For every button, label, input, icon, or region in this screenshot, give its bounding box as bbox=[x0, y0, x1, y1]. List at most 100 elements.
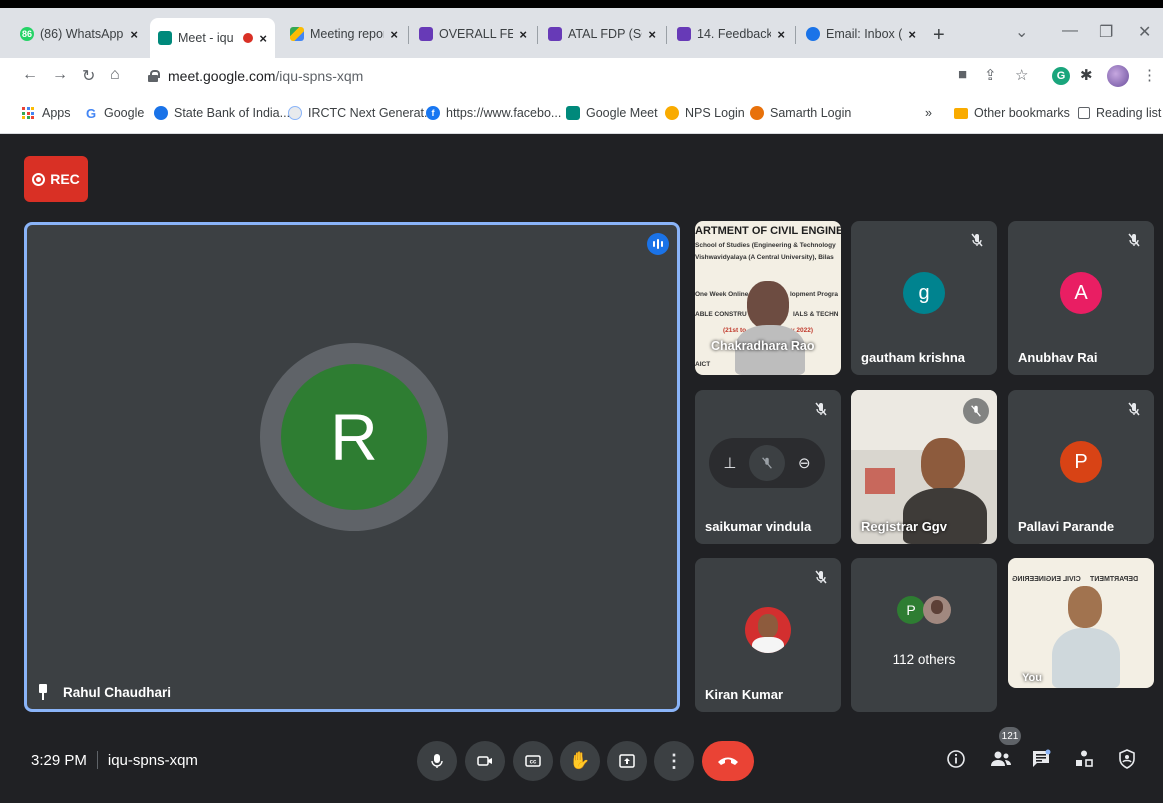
minimize-icon[interactable]: — bbox=[1062, 22, 1078, 40]
address-bar[interactable]: meet.google.com/iqu-spns-xqm bbox=[140, 62, 940, 90]
participant-tile[interactable]: Registrar Ggv bbox=[851, 390, 997, 544]
avatar: g bbox=[903, 272, 945, 314]
participant-tile[interactable]: Kiran Kumar bbox=[695, 558, 841, 712]
google-icon: G bbox=[85, 105, 97, 121]
slide-text: ABLE CONSTRU bbox=[695, 311, 747, 318]
participant-name: saikumar vindula bbox=[705, 519, 812, 534]
bookmark-google[interactable]: G Google bbox=[84, 105, 144, 121]
close-icon[interactable]: × bbox=[130, 27, 138, 42]
remove-participant-icon[interactable]: ⊖ bbox=[798, 454, 811, 472]
activities-button[interactable] bbox=[1074, 749, 1094, 774]
back-icon[interactable]: ← bbox=[22, 66, 38, 84]
lock-icon[interactable] bbox=[148, 70, 160, 82]
tab-atal-fdp[interactable]: ATAL FDP (SCN × bbox=[540, 18, 664, 50]
camera-button[interactable] bbox=[465, 741, 505, 781]
drive-icon bbox=[290, 27, 304, 41]
bookmark-other-bookmarks[interactable]: Other bookmarks bbox=[954, 106, 1070, 120]
folder-icon bbox=[954, 107, 968, 119]
self-view-tile[interactable]: CIVIL ENGINEERING DEPARTMENT You bbox=[1008, 558, 1154, 688]
microphone-icon bbox=[431, 754, 443, 768]
bookmark-facebook[interactable]: f https://www.facebo... bbox=[426, 106, 561, 120]
tab-divider bbox=[537, 26, 538, 44]
host-controls-button[interactable] bbox=[1118, 749, 1136, 774]
close-icon[interactable]: × bbox=[519, 27, 527, 42]
raise-hand-button[interactable]: ✋ bbox=[560, 741, 600, 781]
participant-name: gautham krishna bbox=[861, 350, 966, 365]
reading-list-button[interactable]: Reading list bbox=[1078, 106, 1161, 120]
close-icon[interactable]: × bbox=[259, 31, 267, 46]
participant-tile[interactable]: A Anubhav Rai bbox=[1008, 221, 1154, 375]
home-icon[interactable]: ⌂ bbox=[110, 66, 120, 84]
avatar: P bbox=[1060, 441, 1102, 483]
reload-icon[interactable]: ↻ bbox=[82, 66, 95, 86]
camera-icon bbox=[477, 756, 492, 766]
pin-participant-icon[interactable]: ⊥ bbox=[723, 454, 736, 472]
participant-tile[interactable]: ⊥ ⊖ saikumar vindula bbox=[695, 390, 841, 544]
tab-overall-feedback[interactable]: OVERALL FEED × bbox=[411, 18, 535, 50]
tab-meet[interactable]: Meet - iqu × bbox=[150, 18, 275, 58]
bookmarks-overflow-icon[interactable]: » bbox=[925, 106, 932, 120]
url-host: meet.google.com bbox=[168, 68, 276, 84]
avatar bbox=[745, 607, 791, 653]
avatar bbox=[923, 596, 951, 624]
svg-text:cc: cc bbox=[530, 760, 537, 766]
captions-button[interactable]: cc bbox=[513, 741, 553, 781]
recording-badge[interactable]: REC bbox=[24, 156, 88, 202]
meeting-details: 3:29 PM iqu-spns-xqm bbox=[31, 751, 198, 769]
captions-icon: cc bbox=[525, 755, 541, 767]
browser-toolbar: ← → ↻ ⌂ meet.google.com/iqu-spns-xqm ■ ⇪… bbox=[0, 58, 1163, 94]
bookmark-apps[interactable]: Apps bbox=[22, 106, 71, 120]
self-video bbox=[1068, 586, 1102, 628]
grammarly-extension-icon[interactable]: G bbox=[1052, 67, 1070, 85]
chat-icon bbox=[1033, 749, 1051, 767]
slide-text: AICT bbox=[695, 361, 711, 368]
forward-icon[interactable]: → bbox=[52, 66, 68, 84]
extensions-icon[interactable]: ✱ bbox=[1080, 66, 1093, 84]
tab-whatsapp[interactable]: 86 (86) WhatsApp × bbox=[12, 18, 146, 50]
chat-button[interactable] bbox=[1031, 749, 1051, 774]
main-speaker-tile[interactable]: R Rahul Chaudhari bbox=[24, 222, 680, 712]
camera-in-use-icon[interactable]: ■ bbox=[958, 66, 967, 83]
more-options-button[interactable]: ⋮ bbox=[654, 741, 694, 781]
participant-tile[interactable]: ARTMENT OF CIVIL ENGINEE School of Studi… bbox=[695, 221, 841, 375]
mute-participant-icon[interactable] bbox=[749, 445, 786, 481]
close-icon[interactable]: × bbox=[908, 27, 916, 42]
apps-grid-icon bbox=[22, 107, 34, 119]
profile-avatar[interactable] bbox=[1107, 65, 1129, 87]
leave-call-button[interactable] bbox=[702, 741, 754, 781]
share-icon[interactable]: ⇪ bbox=[984, 66, 997, 84]
meet-icon bbox=[566, 106, 580, 120]
others-tile[interactable]: P 112 others bbox=[851, 558, 997, 712]
bookmark-label: Apps bbox=[42, 106, 71, 120]
tile-hover-controls: ⊥ ⊖ bbox=[709, 438, 825, 488]
participant-video bbox=[903, 488, 987, 544]
close-icon[interactable]: × bbox=[648, 27, 656, 42]
people-button[interactable] bbox=[990, 749, 1012, 774]
window-close-icon[interactable]: ✕ bbox=[1138, 22, 1151, 42]
bookmark-google-meet[interactable]: Google Meet bbox=[566, 106, 658, 120]
participant-name: Registrar Ggv bbox=[861, 519, 947, 534]
new-tab-icon[interactable]: + bbox=[933, 24, 945, 47]
present-now-button[interactable] bbox=[607, 741, 647, 781]
meeting-info-button[interactable] bbox=[946, 749, 966, 774]
bookmark-star-icon[interactable]: ☆ bbox=[1015, 66, 1028, 84]
restore-icon[interactable]: ❐ bbox=[1099, 22, 1113, 42]
bookmark-sbi[interactable]: State Bank of India... bbox=[154, 106, 290, 120]
microphone-button[interactable] bbox=[417, 741, 457, 781]
tab-search-icon[interactable]: ⌄ bbox=[1015, 22, 1028, 42]
bookmark-samarth-login[interactable]: Samarth Login bbox=[750, 106, 851, 120]
tab-meeting-report[interactable]: Meeting repor × bbox=[282, 18, 406, 50]
close-icon[interactable]: × bbox=[777, 27, 785, 42]
avatar: A bbox=[1060, 272, 1102, 314]
participant-tile[interactable]: g gautham krishna bbox=[851, 221, 997, 375]
tab-email[interactable]: Email: Inbox (6 × bbox=[798, 18, 924, 50]
bookmark-nps-login[interactable]: NPS Login bbox=[665, 106, 745, 120]
facebook-icon: f bbox=[426, 106, 440, 120]
tab-feedback[interactable]: 14. Feedback f × bbox=[669, 18, 793, 50]
browser-menu-icon[interactable]: ⋮ bbox=[1142, 66, 1157, 84]
participant-tile[interactable]: P Pallavi Parande bbox=[1008, 390, 1154, 544]
close-icon[interactable]: × bbox=[390, 27, 398, 42]
avatar: P bbox=[897, 596, 925, 624]
presenter-video bbox=[747, 281, 789, 329]
bookmark-irctc[interactable]: IRCTC Next Generat... bbox=[288, 106, 434, 120]
